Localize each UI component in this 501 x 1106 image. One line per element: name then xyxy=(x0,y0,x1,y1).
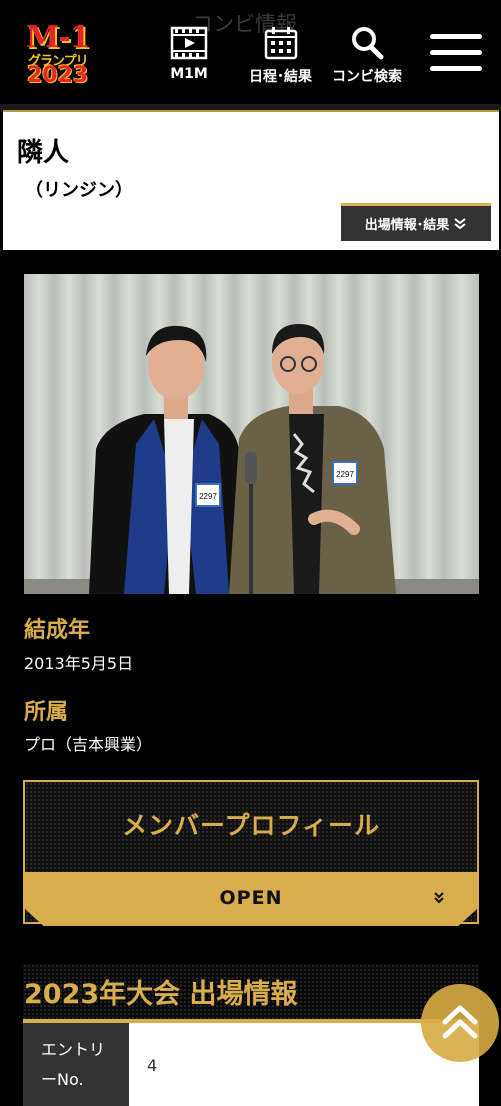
site-header: コンビ情報 M-1 グランプリ 2023 M1M 日程･結果 コンビ検索 xyxy=(0,0,501,104)
nav-m1m[interactable]: M1M xyxy=(170,26,208,82)
agency-label: 所属 xyxy=(24,700,69,725)
photo-entry-tag-left: 2297 xyxy=(199,492,217,501)
nav-search-label: コンビ検索 xyxy=(332,69,402,85)
combi-photo: 2297 2297 xyxy=(24,274,479,594)
agency-value: プロ（吉本興業） xyxy=(24,735,153,754)
entry-results-label: 出場情報･結果 xyxy=(364,218,450,233)
nav-m1m-label: M1M xyxy=(170,66,208,82)
back-to-top-button[interactable] xyxy=(421,984,499,1062)
double-chevron-down-icon xyxy=(454,217,466,229)
logo-year-text: 2023 xyxy=(27,63,89,88)
nav-schedule-results[interactable]: 日程･結果 xyxy=(249,26,312,86)
calendar-icon xyxy=(264,27,297,60)
entry-number-header-line1: エントリ xyxy=(41,1040,106,1059)
formed-year-value: 2013年5月5日 xyxy=(24,654,134,673)
entry-number-value: 4 xyxy=(147,1056,158,1075)
entry-number-header: エントリ ーNo. xyxy=(23,1023,129,1106)
combi-photo-image: 2297 2297 xyxy=(24,274,479,594)
double-chevron-up-icon xyxy=(442,1005,478,1039)
profile-open-button[interactable]: OPEN xyxy=(23,872,479,926)
photo-entry-tag-right: 2297 xyxy=(336,470,354,479)
table-row: エントリ ーNo. 4 xyxy=(23,1023,479,1106)
hamburger-menu-icon[interactable] xyxy=(430,34,482,74)
nav-schedule-label: 日程･結果 xyxy=(249,69,312,85)
formed-year-label: 結成年 xyxy=(24,618,91,643)
entry-results-button[interactable]: 出場情報･結果 xyxy=(341,203,491,241)
entry-number-header-line2: ーNo. xyxy=(41,1070,84,1089)
nav-combi-search[interactable]: コンビ検索 xyxy=(332,26,402,86)
video-icon xyxy=(170,26,208,60)
double-chevron-down-icon xyxy=(434,892,444,904)
combi-reading: （リンジン） xyxy=(25,180,133,201)
member-profile-panel: メンバープロフィール OPEN xyxy=(23,780,479,926)
profile-open-label: OPEN xyxy=(219,887,283,909)
search-icon xyxy=(352,27,384,60)
combi-name: 隣人 xyxy=(17,138,70,168)
member-profile-title: メンバープロフィール xyxy=(121,811,380,840)
entry-section-title: 2023年大会 出場情報 xyxy=(24,979,298,1010)
combi-name-card: 隣人 （リンジン） 出場情報･結果 xyxy=(3,110,499,250)
m1-grand-prix-logo[interactable]: M-1 グランプリ 2023 xyxy=(24,20,132,90)
